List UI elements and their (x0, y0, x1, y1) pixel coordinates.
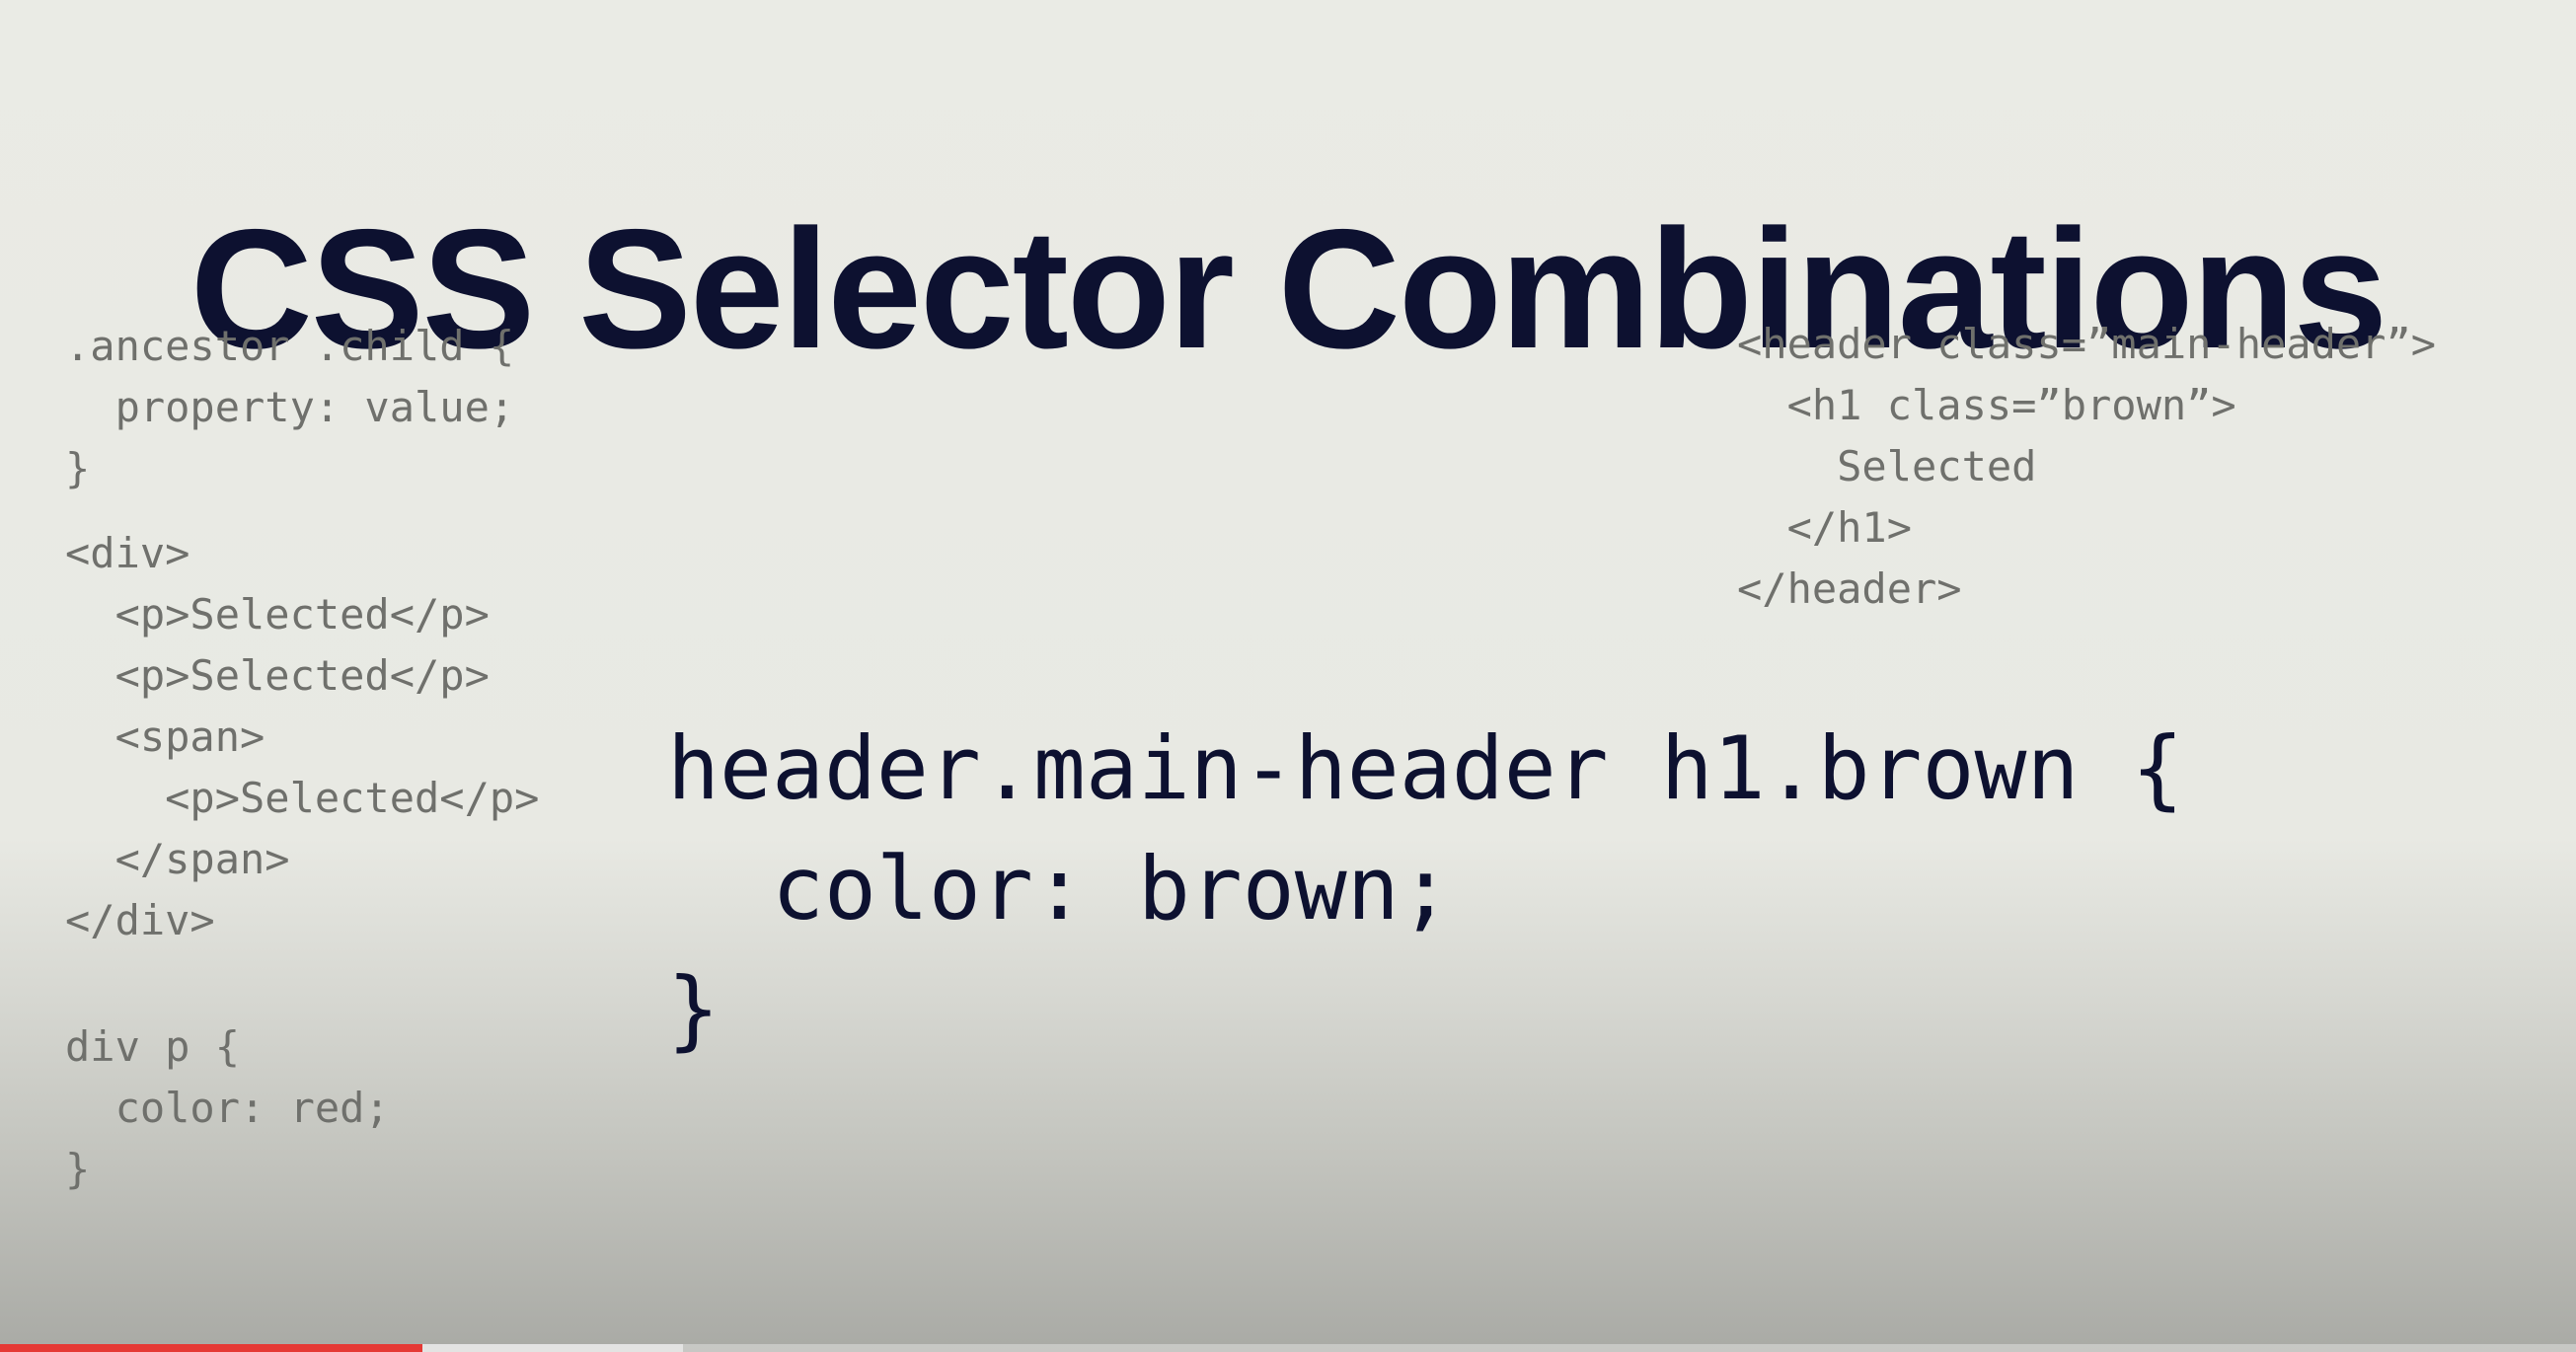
video-progress-bar[interactable] (0, 1344, 2576, 1352)
lecture-slide: CSS Selector Combinations .ancestor .chi… (0, 0, 2576, 1352)
video-played-progress (0, 1344, 423, 1352)
div-p-css-rule: div p { color: red; } (65, 1022, 390, 1193)
html-nesting-example: <div> <p>Selected</p> <p>Selected</p> <s… (65, 529, 540, 944)
descendant-selector-syntax: .ancestor .child { property: value; } (65, 322, 515, 492)
header-html-example: <header class=”main-header”> <h1 class=”… (1737, 320, 2437, 613)
main-css-rule: header.main-header h1.brown { color: bro… (667, 717, 2184, 1060)
